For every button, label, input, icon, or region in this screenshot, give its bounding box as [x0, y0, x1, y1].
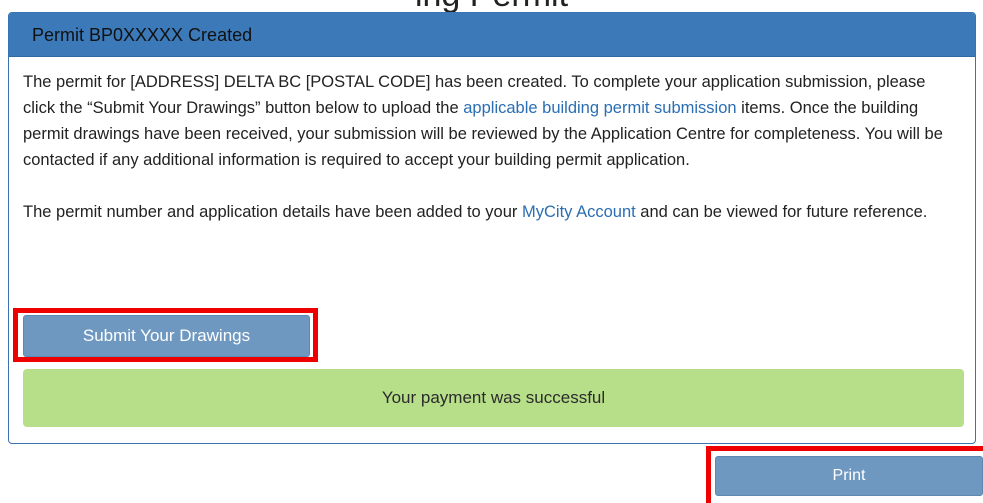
panel-body: The permit for [ADDRESS] DELTA BC [POSTA…: [9, 57, 975, 225]
print-button[interactable]: Print: [715, 456, 983, 496]
payment-success-alert: Your payment was successful: [23, 369, 964, 427]
message-text: and can be viewed for future reference.: [635, 203, 928, 221]
account-message: The permit number and application detail…: [23, 199, 961, 225]
page: ing Permit Permit BP0XXXXX Created The p…: [0, 0, 983, 503]
submit-drawings-button[interactable]: Submit Your Drawings: [23, 315, 310, 357]
page-heading: ing Permit: [0, 0, 983, 12]
message-text: The permit number and application detail…: [23, 203, 522, 221]
permit-created-panel: Permit BP0XXXXX Created The permit for […: [8, 12, 976, 444]
submission-items-link[interactable]: applicable building permit submission: [463, 99, 736, 117]
mycity-account-link[interactable]: MyCity Account: [522, 203, 636, 221]
permit-created-message: The permit for [ADDRESS] DELTA BC [POSTA…: [23, 69, 961, 173]
panel-title: Permit BP0XXXXX Created: [9, 13, 975, 57]
